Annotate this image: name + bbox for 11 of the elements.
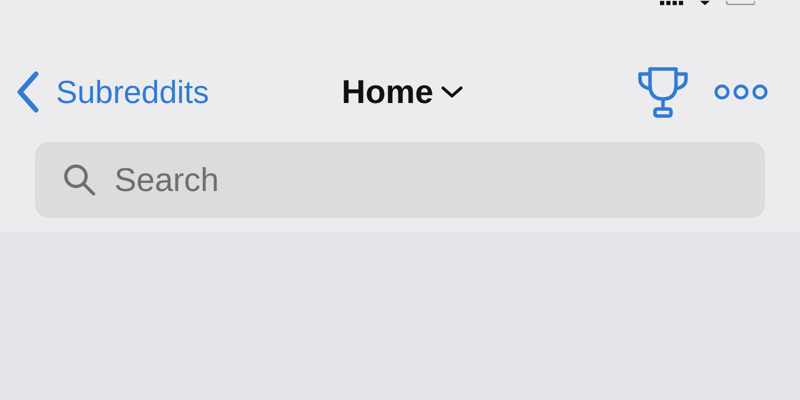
feed-dropdown[interactable]: Home — [342, 67, 464, 117]
back-button[interactable]: Subreddits — [16, 68, 209, 116]
trophy-button[interactable] — [636, 65, 690, 119]
search-icon — [63, 162, 96, 198]
signal-icon — [660, 0, 684, 6]
chevron-left-icon — [16, 71, 40, 113]
trophy-icon — [636, 65, 690, 119]
search-field[interactable]: Search — [35, 142, 765, 218]
caret-icon — [441, 86, 464, 98]
search-input[interactable]: Search — [112, 154, 737, 206]
more-icon — [714, 84, 768, 100]
